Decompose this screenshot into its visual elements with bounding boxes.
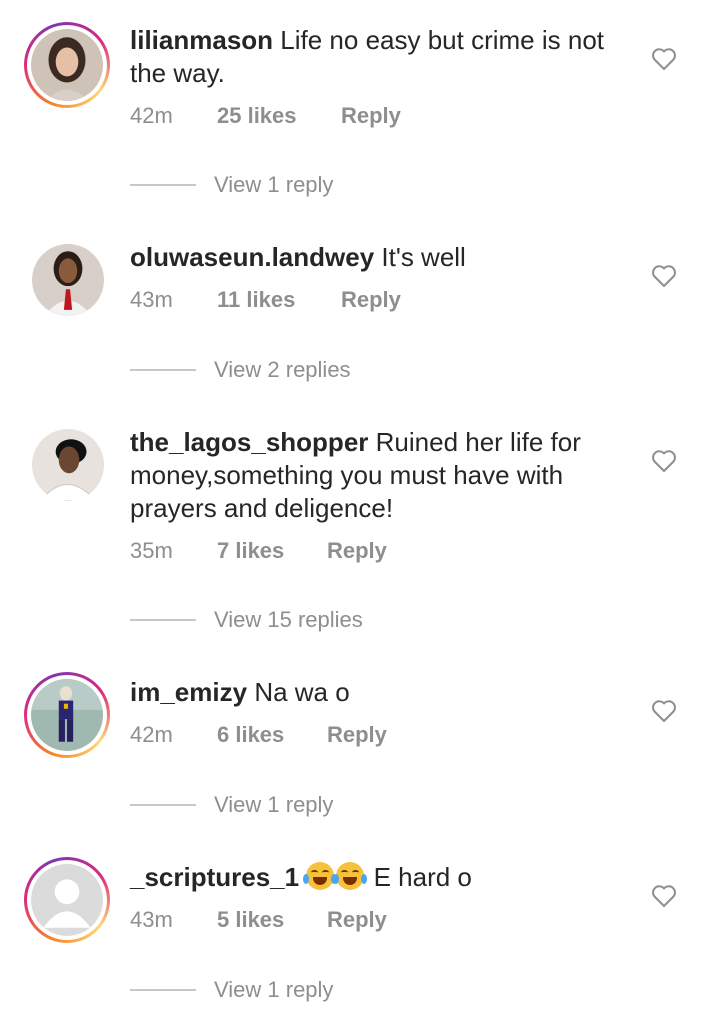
tears-of-joy-emoji-icon [333, 862, 368, 890]
like-heart-icon[interactable] [651, 449, 677, 473]
avatar [32, 244, 104, 316]
comment-time: 35m [130, 538, 173, 563]
default-avatar-icon [31, 864, 103, 936]
comment-time: 42m [130, 722, 173, 747]
view-replies-label[interactable]: View 2 replies [214, 357, 351, 383]
comment-username[interactable]: oluwaseun.landwey [130, 242, 374, 272]
avatar [31, 679, 103, 751]
likes-count[interactable]: 6 likes [217, 722, 284, 748]
likes-count[interactable]: 7 likes [217, 538, 284, 564]
avatar-container[interactable] [32, 244, 104, 316]
divider-line [130, 804, 196, 806]
like-heart-icon[interactable] [651, 699, 677, 723]
reply-button[interactable]: Reply [327, 722, 387, 748]
reply-button[interactable]: Reply [341, 287, 401, 313]
view-replies-label[interactable]: View 15 replies [214, 607, 363, 633]
avatar-story-ring[interactable] [24, 672, 110, 758]
reply-button[interactable]: Reply [327, 907, 387, 933]
likes-count[interactable]: 11 likes [217, 287, 295, 313]
comment-text: It's well [381, 242, 466, 272]
reply-button[interactable]: Reply [341, 103, 401, 129]
likes-count[interactable]: 25 likes [217, 103, 297, 129]
divider-line [130, 619, 196, 621]
like-heart-icon[interactable] [651, 47, 677, 71]
avatar [31, 29, 103, 101]
comment-username[interactable]: _scriptures_1 [130, 862, 299, 892]
comment-username[interactable]: lilianmason [130, 25, 273, 55]
avatar [32, 429, 104, 501]
avatar-story-ring[interactable] [24, 857, 110, 943]
comment-username[interactable]: im_emizy [130, 677, 247, 707]
like-heart-icon[interactable] [651, 264, 677, 288]
tears-of-joy-emoji-icon [303, 862, 338, 890]
view-replies-label[interactable]: View 1 reply [214, 792, 333, 818]
avatar-container[interactable] [32, 429, 104, 501]
divider-line [130, 369, 196, 371]
reply-button[interactable]: Reply [327, 538, 387, 564]
comment-text: Na wa o [254, 677, 350, 707]
comment-time: 42m [130, 103, 173, 128]
comment-time: 43m [130, 287, 173, 312]
view-replies-label[interactable]: View 1 reply [214, 977, 333, 1003]
view-replies-label[interactable]: View 1 reply [214, 172, 333, 198]
comment-username[interactable]: the_lagos_shopper [130, 427, 368, 457]
comment-text: E hard o [373, 862, 472, 892]
like-heart-icon[interactable] [651, 884, 677, 908]
divider-line [130, 184, 196, 186]
avatar-story-ring[interactable] [24, 22, 110, 108]
comment-time: 43m [130, 907, 173, 932]
likes-count[interactable]: 5 likes [217, 907, 284, 933]
divider-line [130, 989, 196, 991]
